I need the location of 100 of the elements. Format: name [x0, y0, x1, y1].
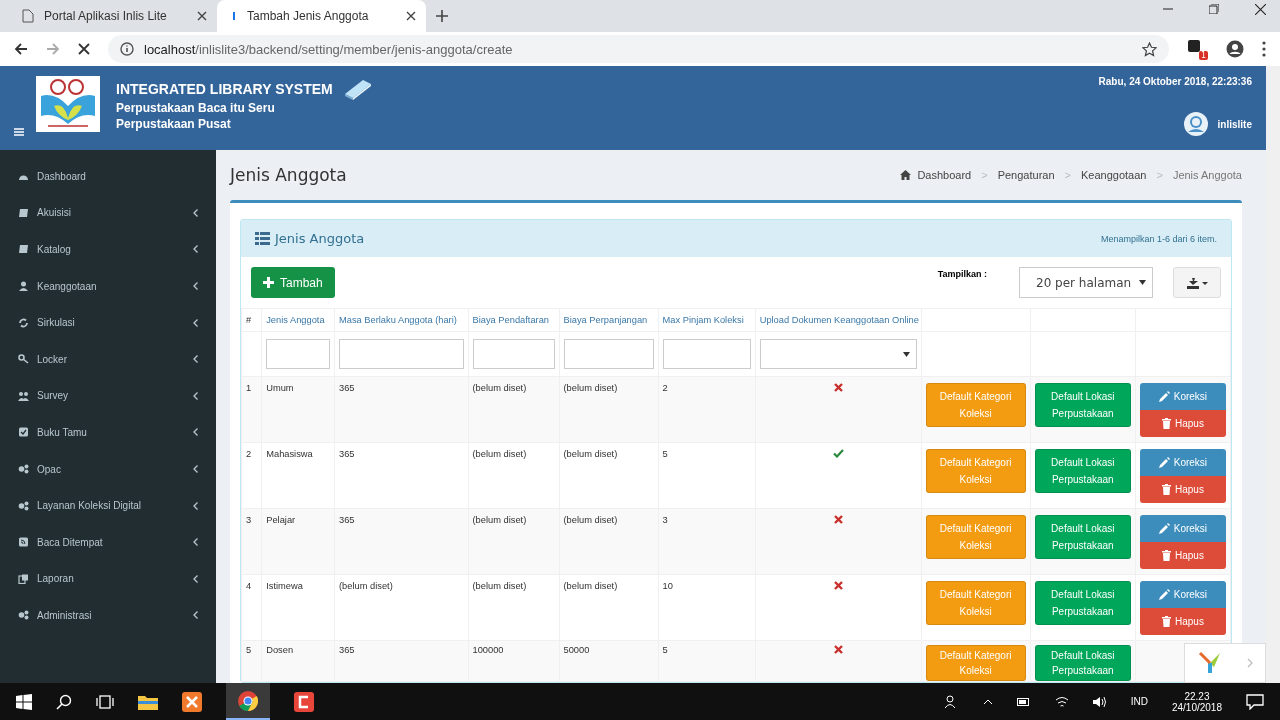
logo-drawing: [36, 76, 100, 132]
pencil-icon: [1158, 457, 1170, 468]
sidebar-item[interactable]: Administrasi: [0, 597, 216, 634]
app-icon[interactable]: [294, 691, 314, 712]
default-location-button[interactable]: Default Lokasi Perpustakaan: [1034, 449, 1131, 493]
taskbar-button[interactable]: [226, 683, 270, 720]
column-header[interactable]: Max Pinjam Koleksi: [658, 308, 756, 332]
speaker-icon[interactable]: [1092, 695, 1107, 708]
sidebar-item[interactable]: Opac: [0, 450, 216, 488]
close-icon[interactable]: [406, 11, 416, 21]
wifi-icon[interactable]: [1054, 695, 1069, 708]
sidebar-item[interactable]: Keanggotaan: [0, 267, 216, 305]
language-indicator[interactable]: IND: [1130, 696, 1148, 707]
close-icon[interactable]: [1255, 3, 1266, 15]
breadcrumb-link[interactable]: Keanggotaan: [1081, 169, 1147, 181]
book-icon: [18, 207, 29, 218]
task-view-icon[interactable]: [96, 694, 114, 709]
chevron-icon: [193, 391, 198, 400]
trash-icon: [1162, 484, 1171, 495]
star-icon[interactable]: [1142, 41, 1157, 57]
add-button[interactable]: Tambah: [251, 267, 335, 298]
breadcrumb-link[interactable]: Dashboard: [917, 169, 972, 181]
windows-start-icon[interactable]: [16, 693, 32, 710]
filter-field[interactable]: [339, 339, 464, 369]
filter-field[interactable]: [472, 339, 555, 369]
sidebar-item[interactable]: Buku Tamu: [0, 414, 216, 451]
date-time: Rabu, 24 Oktober 2018, 22:23:36: [1098, 76, 1252, 87]
per-page-select[interactable]: 20 per halaman: [1019, 267, 1153, 298]
column-header[interactable]: Upload Dokumen Keanggotaan Online: [755, 308, 921, 332]
menu-icon[interactable]: [14, 128, 24, 136]
user-icon: [18, 281, 29, 292]
filter-field[interactable]: [662, 339, 751, 369]
address-bar[interactable]: localhost/inlislite3/backend/setting/member/jenis-anggota/create: [108, 35, 1169, 63]
edit-button[interactable]: Koreksi: [1139, 581, 1226, 608]
column-header[interactable]: Masa Berlaku Anggota (hari): [334, 308, 468, 332]
scrollbar[interactable]: [1266, 66, 1280, 150]
library-name: Perpustakaan Baca itu Seru: [116, 100, 276, 116]
per-page-label: Tampilkan :: [937, 269, 987, 279]
browser-tab[interactable]: Tambah Jenis Anggota: [217, 0, 426, 32]
trash-icon: [1162, 550, 1171, 561]
sidebar-item[interactable]: Survey: [0, 377, 216, 415]
sidebar-item[interactable]: Katalog: [0, 231, 216, 268]
table-cell: Mahasiswa: [266, 449, 313, 459]
extension-button[interactable]: 1: [1187, 38, 1208, 60]
default-location-button[interactable]: Default Lokasi Perpustakaan: [1034, 515, 1131, 559]
table-cell: Dosen: [266, 645, 294, 655]
breadcrumb-link[interactable]: Pengaturan: [997, 169, 1055, 181]
notification-icon[interactable]: [1246, 693, 1264, 710]
user-name[interactable]: inlislite: [1217, 118, 1252, 130]
sidebar-item[interactable]: Dashboard: [0, 158, 216, 195]
default-location-button[interactable]: Default Lokasi Perpustakaan: [1034, 581, 1131, 625]
delete-button[interactable]: Hapus: [1139, 542, 1226, 569]
table-cell: Pelajar: [266, 515, 296, 525]
sidebar-item[interactable]: Akuisisi: [0, 194, 216, 232]
new-tab-icon[interactable]: [436, 10, 448, 22]
default-location-button[interactable]: Default Lokasi Perpustakaan: [1034, 383, 1131, 427]
table-cell: 5: [662, 449, 668, 459]
browser-tab[interactable]: Portal Aplikasi Inlis Lite: [8, 0, 217, 32]
column-header[interactable]: Biaya Perpanjangan: [559, 308, 659, 332]
sidebar-item[interactable]: Laporan: [0, 560, 216, 598]
avatar-icon[interactable]: [1183, 112, 1208, 136]
app-icon[interactable]: [182, 691, 202, 712]
export-button[interactable]: [1173, 267, 1221, 298]
table-cell: (belum diset): [472, 449, 527, 459]
chevron-up-icon[interactable]: [982, 698, 993, 705]
scrollbar[interactable]: [1266, 150, 1280, 683]
breadcrumb-separator: >: [1064, 169, 1071, 181]
column-header[interactable]: Biaya Pendaftaran: [468, 308, 559, 332]
sidebar-item[interactable]: Locker: [0, 340, 216, 378]
delete-button[interactable]: Hapus: [1139, 476, 1226, 503]
table-cell: (belum diset): [563, 515, 618, 525]
search-icon[interactable]: [56, 693, 72, 710]
sidebar-item[interactable]: Layanan Koleksi Digital: [0, 487, 216, 524]
stop-icon[interactable]: [78, 43, 90, 55]
default-location-button[interactable]: Default Lokasi Perpustakaan: [1034, 645, 1131, 681]
delete-button[interactable]: Hapus: [1139, 608, 1226, 635]
filter-field[interactable]: [266, 339, 330, 369]
chevron-icon: [193, 574, 198, 583]
rss-icon: [18, 537, 29, 548]
more-icon[interactable]: [1262, 41, 1266, 57]
back-icon[interactable]: [14, 42, 28, 56]
checkbox-icon: [18, 427, 29, 438]
table-cell: 5: [246, 645, 252, 655]
debug-toolbar[interactable]: [1184, 643, 1266, 683]
account-icon[interactable]: [1226, 40, 1244, 58]
clock[interactable]: 22.23 24/10/2018: [1171, 690, 1222, 713]
restore-icon[interactable]: [1209, 3, 1219, 14]
edit-button[interactable]: Koreksi: [1139, 383, 1226, 410]
dropdown-arrow-icon: [902, 351, 910, 357]
edit-button[interactable]: Koreksi: [1139, 449, 1226, 476]
panel-title: Jenis Anggota: [275, 231, 365, 246]
close-icon[interactable]: [197, 11, 207, 21]
sidebar-item[interactable]: Sirkulasi: [0, 304, 216, 341]
folder-icon[interactable]: [138, 693, 158, 710]
sidebar-item[interactable]: Baca Ditempat: [0, 523, 216, 561]
battery-icon[interactable]: [1016, 697, 1031, 706]
delete-button[interactable]: Hapus: [1139, 410, 1226, 437]
filter-field[interactable]: [563, 339, 654, 369]
column-header[interactable]: Jenis Anggota: [261, 308, 335, 332]
edit-button[interactable]: Koreksi: [1139, 515, 1226, 542]
